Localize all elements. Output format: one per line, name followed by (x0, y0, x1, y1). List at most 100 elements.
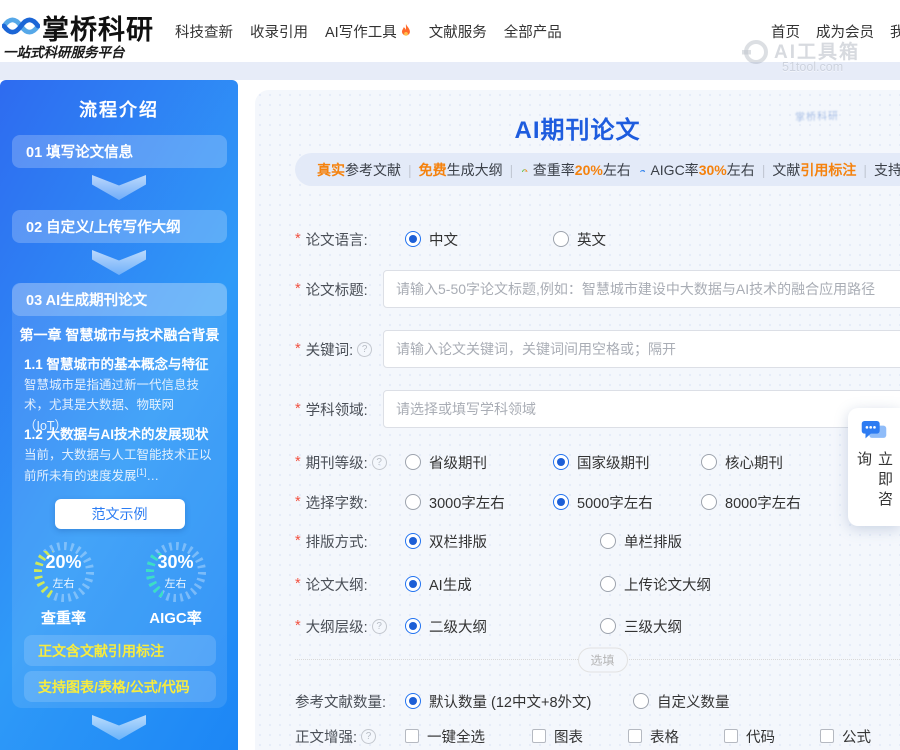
required-mark: * (295, 281, 301, 297)
help-icon[interactable]: ? (372, 455, 387, 470)
consult-widget[interactable]: 立即咨询 (848, 408, 900, 526)
top-header: 掌桥科研 一站式科研服务平台 科技查新 收录引用 AI写作工具 文献服务 全部产… (0, 0, 900, 62)
checkbox-select-all[interactable]: 一键全选 (405, 726, 532, 747)
nav-item-my-account[interactable]: 我的 (890, 21, 900, 42)
help-icon[interactable]: ? (361, 729, 376, 744)
arrow-down-icon (92, 250, 146, 275)
checkbox-code[interactable]: 代码 (724, 726, 820, 747)
radio-national-journal[interactable]: 国家级期刊 (553, 452, 701, 473)
checkbox-icon[interactable] (405, 729, 419, 743)
radio-icon[interactable] (553, 454, 569, 470)
subject-input[interactable] (383, 390, 900, 428)
step-1-pill[interactable]: 01 填写论文信息 (12, 135, 227, 168)
nav-item-ai-writing-label: AI写作工具 (325, 21, 397, 42)
radio-upload-outline[interactable]: 上传论文大纲 (600, 574, 795, 595)
radio-8000-words[interactable]: 8000字左右 (701, 492, 849, 513)
reference-count-label: 参考文献数量: (295, 691, 405, 712)
body-enhance-label: 正文增强:? (295, 726, 405, 747)
label-text: 选择字数: (306, 492, 368, 513)
sample-section-2-heading: 1.2 大数据与AI技术的发展现状 (24, 423, 219, 443)
flame-icon (400, 24, 412, 39)
radio-icon[interactable] (600, 576, 616, 592)
checkbox-icon[interactable] (628, 729, 642, 743)
required-mark: * (295, 231, 301, 247)
feature-citation-row: 正文含文献引用标注 (24, 635, 216, 666)
radio-ai-generated-outline[interactable]: AI生成 (405, 574, 600, 595)
feature-citation-highlight: 引用标注 (800, 160, 856, 180)
checkbox-icon[interactable] (820, 729, 834, 743)
checkbox-charts[interactable]: 图表 (532, 726, 628, 747)
brand-logo[interactable]: 掌桥科研 一站式科研服务平台 (2, 4, 162, 60)
radio-icon[interactable] (633, 693, 649, 709)
aigc-rate-gauge: 30% 左右 AIGC率 (133, 539, 219, 628)
radio-icon[interactable] (405, 618, 421, 634)
radio-3000-words[interactable]: 3000字左右 (405, 492, 553, 513)
radio-icon[interactable] (701, 454, 717, 470)
radio-chinese[interactable]: 中文 (405, 229, 553, 250)
radio-icon[interactable] (600, 618, 616, 634)
journal-level-label: *期刊等级:? (295, 452, 405, 473)
radio-two-column[interactable]: 双栏排版 (405, 531, 600, 552)
form-row-title: *论文标题: (295, 270, 900, 308)
radio-icon[interactable] (405, 231, 421, 247)
checkbox-formula[interactable]: 公式 (820, 726, 871, 747)
nav-item-all-products[interactable]: 全部产品 (504, 21, 562, 42)
nav-item-become-member[interactable]: 成为会员 (816, 21, 874, 42)
separator: | (863, 162, 867, 178)
nav-item-home[interactable]: 首页 (771, 21, 800, 42)
sample-section-1-heading: 1.1 智慧城市的基本概念与特征 (24, 353, 219, 373)
duplicate-rate-approx: 左右 (31, 575, 97, 591)
radio-icon[interactable] (600, 533, 616, 549)
radio-icon[interactable] (553, 231, 569, 247)
radio-two-level-outline[interactable]: 二级大纲 (405, 616, 600, 637)
radio-icon[interactable] (405, 454, 421, 470)
radio-5000-words[interactable]: 5000字左右 (553, 492, 701, 513)
step-3-pill[interactable]: 03 AI生成期刊论文 (12, 283, 227, 316)
feature-aigc-rate-approx: 左右 (727, 160, 755, 180)
nav-item-citation[interactable]: 收录引用 (250, 21, 308, 42)
help-icon[interactable]: ? (372, 619, 387, 634)
radio-icon[interactable] (405, 533, 421, 549)
sample-demo-button[interactable]: 范文示例 (55, 499, 185, 529)
feature-support: 支持 (874, 160, 900, 180)
separator: | (408, 162, 412, 178)
aigc-rate-label: AIGC率 (133, 607, 219, 628)
help-icon[interactable]: ? (357, 342, 372, 357)
label-text: 排版方式: (306, 531, 368, 552)
radio-one-column[interactable]: 单栏排版 (600, 531, 795, 552)
radio-icon[interactable] (405, 494, 421, 510)
feature-bar: 真实 参考文献 | 免费 生成大纲 | 查重率 20% 左右 AIGC率 30%… (295, 153, 900, 186)
radio-custom-reference-count[interactable]: 自定义数量 (633, 691, 861, 712)
radio-provincial-journal[interactable]: 省级期刊 (405, 452, 553, 473)
form-row-outline: *论文大纲: AI生成 上传论文大纲 (295, 571, 900, 597)
arrow-down-icon (92, 715, 146, 740)
paper-title-input[interactable] (383, 270, 900, 308)
page-band (0, 62, 900, 80)
nav-item-literature[interactable]: 文献服务 (429, 21, 487, 42)
form-row-language: *论文语言: 中文 英文 (295, 226, 900, 252)
faint-stamp: 掌桥科研 (795, 107, 839, 124)
duplicate-rate-value: 20% (31, 552, 97, 573)
radio-three-level-outline[interactable]: 三级大纲 (600, 616, 795, 637)
step-2-pill[interactable]: 02 自定义/上传写作大纲 (12, 210, 227, 243)
feature-dup-rate-value: 20% (575, 162, 603, 178)
form-row-word-count: *选择字数: 3000字左右 5000字左右 8000字左右 (295, 489, 900, 515)
radio-icon[interactable] (701, 494, 717, 510)
ellipsis: … (147, 469, 160, 483)
radio-icon[interactable] (405, 693, 421, 709)
title-label: *论文标题: (295, 279, 383, 300)
nav-item-tech-novelty[interactable]: 科技查新 (175, 21, 233, 42)
nav-item-ai-writing[interactable]: AI写作工具 (325, 21, 412, 42)
required-mark: * (295, 533, 301, 549)
speedometer-blue-icon (640, 164, 646, 177)
keywords-input[interactable] (383, 330, 900, 368)
checkbox-tables[interactable]: 表格 (628, 726, 724, 747)
radio-core-journal[interactable]: 核心期刊 (701, 452, 849, 473)
checkbox-icon[interactable] (532, 729, 546, 743)
checkbox-icon[interactable] (724, 729, 738, 743)
radio-english[interactable]: 英文 (553, 229, 701, 250)
radio-default-reference-count[interactable]: 默认数量 (12中文+8外文) (405, 691, 633, 712)
radio-icon[interactable] (553, 494, 569, 510)
feature-outline: 生成大纲 (447, 160, 503, 180)
radio-icon[interactable] (405, 576, 421, 592)
